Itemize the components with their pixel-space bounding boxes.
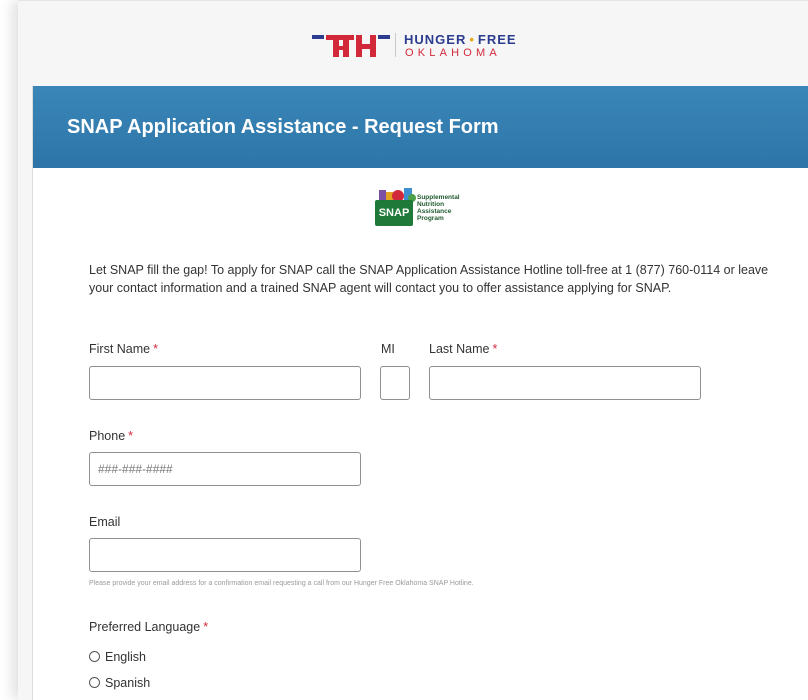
language-option-spanish[interactable]: Spanish xyxy=(89,676,150,690)
snap-line: Nutrition xyxy=(417,201,445,208)
last-name-label-text: Last Name xyxy=(429,342,490,356)
snap-logo: SNAP Supplemental Nutrition Assistance P… xyxy=(375,186,505,230)
snap-line: Assistance xyxy=(417,208,452,215)
snap-line: Supplemental xyxy=(417,194,460,201)
email-label: Email xyxy=(89,515,121,529)
phone-label: Phone * xyxy=(89,429,133,443)
preferred-language-label: Preferred Language * xyxy=(89,620,208,634)
logo-divider xyxy=(395,33,396,57)
required-marker: * xyxy=(153,342,158,356)
first-name-input[interactable] xyxy=(89,366,361,400)
brand-free: FREE xyxy=(477,32,517,47)
first-name-label-text: First Name xyxy=(89,342,151,356)
snap-box: SNAP xyxy=(375,200,413,226)
form-title: SNAP Application Assistance - Request Fo… xyxy=(67,116,499,138)
brand-hunger: HUNGER xyxy=(404,32,467,47)
mi-input[interactable] xyxy=(380,366,410,400)
mi-label: MI xyxy=(381,342,395,356)
radio-circle-icon[interactable] xyxy=(89,651,100,662)
language-option-label: English xyxy=(105,650,146,664)
email-input[interactable] xyxy=(89,538,361,572)
brand-separator: • xyxy=(469,32,475,47)
hunger-free-oklahoma-logo: HUNGER • FREE OKLAHOMA xyxy=(312,31,552,61)
brand-name-top: HUNGER • FREE xyxy=(404,32,517,47)
language-option-english[interactable]: English xyxy=(89,650,146,664)
phone-label-text: Phone xyxy=(89,429,126,443)
last-name-input[interactable] xyxy=(429,366,701,400)
first-name-label: First Name * xyxy=(89,342,158,356)
required-marker: * xyxy=(203,620,209,634)
email-help-text: Please provide your email address for a … xyxy=(89,580,474,587)
required-marker: * xyxy=(128,429,134,443)
radio-circle-icon[interactable] xyxy=(89,677,100,688)
required-marker: * xyxy=(492,342,498,356)
snap-line: Program xyxy=(417,215,444,222)
site-header: HUNGER • FREE OKLAHOMA xyxy=(18,0,808,86)
phone-input[interactable] xyxy=(89,452,361,486)
language-option-label: Spanish xyxy=(105,676,151,690)
page: HUNGER • FREE OKLAHOMA SNAP Application As… xyxy=(18,0,808,700)
preferred-language-label-text: Preferred Language xyxy=(89,620,201,634)
brand-name-bottom: OKLAHOMA xyxy=(405,47,501,59)
hfo-mark-icon xyxy=(312,35,390,57)
intro-text: Let SNAP fill the gap! To apply for SNAP… xyxy=(89,263,769,295)
last-name-label: Last Name * xyxy=(429,342,497,356)
form-card: SNAP Application Assistance - Request Fo… xyxy=(32,86,808,700)
snap-program-text: Supplemental Nutrition Assistance Progra… xyxy=(417,194,460,222)
form-header: SNAP Application Assistance - Request Fo… xyxy=(33,86,808,168)
